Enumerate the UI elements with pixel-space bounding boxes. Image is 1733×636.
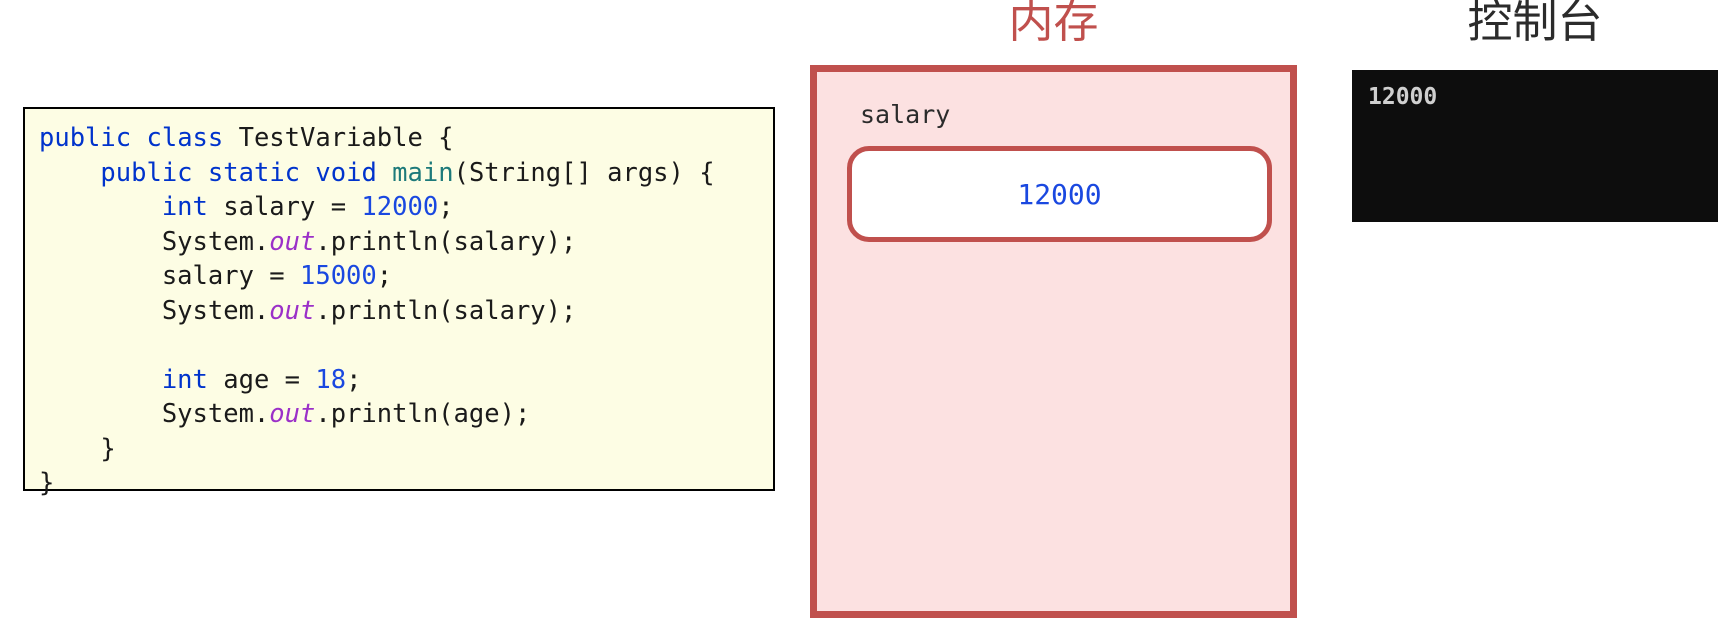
code-token: System. <box>39 226 270 257</box>
code-token: 15000 <box>300 261 377 291</box>
code-token: salary = <box>207 192 362 222</box>
code-line: System.out.println(salary); <box>39 295 577 326</box>
code-token: out <box>269 295 316 326</box>
code-token: (String[] args) { <box>453 157 715 188</box>
console-section-title: 控制台 <box>1467 0 1603 48</box>
code-token: salary = <box>39 261 300 291</box>
code-token: TestVariable { <box>223 123 454 153</box>
code-line: salary = 15000; <box>39 261 392 291</box>
memory-section-title: 内存 <box>1008 0 1099 48</box>
memory-variable-value: 12000 <box>1017 177 1102 211</box>
code-token: int <box>161 364 208 395</box>
code-token: class <box>146 123 224 153</box>
code-token: 12000 <box>361 192 439 222</box>
code-line: System.out.println(age); <box>39 399 530 429</box>
memory-box: salary 12000 <box>810 65 1297 618</box>
console-output: 12000 <box>1352 70 1718 110</box>
code-token: ; <box>346 364 362 395</box>
code-token: 18 <box>315 364 347 395</box>
code-token: .println(age); <box>315 399 531 429</box>
code-token: ; <box>438 192 454 222</box>
console-box: 12000 <box>1352 70 1718 222</box>
code-line: } <box>39 433 116 464</box>
memory-variable-slot: 12000 <box>847 146 1272 242</box>
code-token: public <box>100 157 193 188</box>
code-token: System. <box>39 399 270 429</box>
code-token: main <box>392 157 454 188</box>
code-token: .println(salary); <box>315 295 577 326</box>
code-token: .println(salary); <box>315 226 577 257</box>
code-token: int <box>161 192 208 222</box>
code-line: public class TestVariable { <box>39 123 454 153</box>
code-token: out <box>269 226 316 257</box>
code-token: void <box>315 157 377 188</box>
code-token: } <box>39 468 55 498</box>
code-token: out <box>269 399 316 429</box>
code-line: System.out.println(salary); <box>39 226 577 257</box>
console-line: 12000 <box>1368 84 1438 110</box>
code-line: } <box>39 468 54 498</box>
code-token: ; <box>376 261 393 291</box>
code-token: public <box>39 123 132 153</box>
code-token: age = <box>207 364 316 395</box>
code-listing: public class TestVariable { public stati… <box>25 109 773 501</box>
memory-variable-name-label: salary <box>860 100 951 129</box>
code-panel: public class TestVariable { public stati… <box>23 107 775 498</box>
code-token: System. <box>39 295 270 326</box>
code-line: int salary = 12000; <box>39 192 454 222</box>
code-line: public static void main(String[] args) { <box>39 157 715 188</box>
code-token: static <box>207 157 301 188</box>
code-line: int age = 18; <box>39 364 362 395</box>
code-token: } <box>39 433 116 464</box>
